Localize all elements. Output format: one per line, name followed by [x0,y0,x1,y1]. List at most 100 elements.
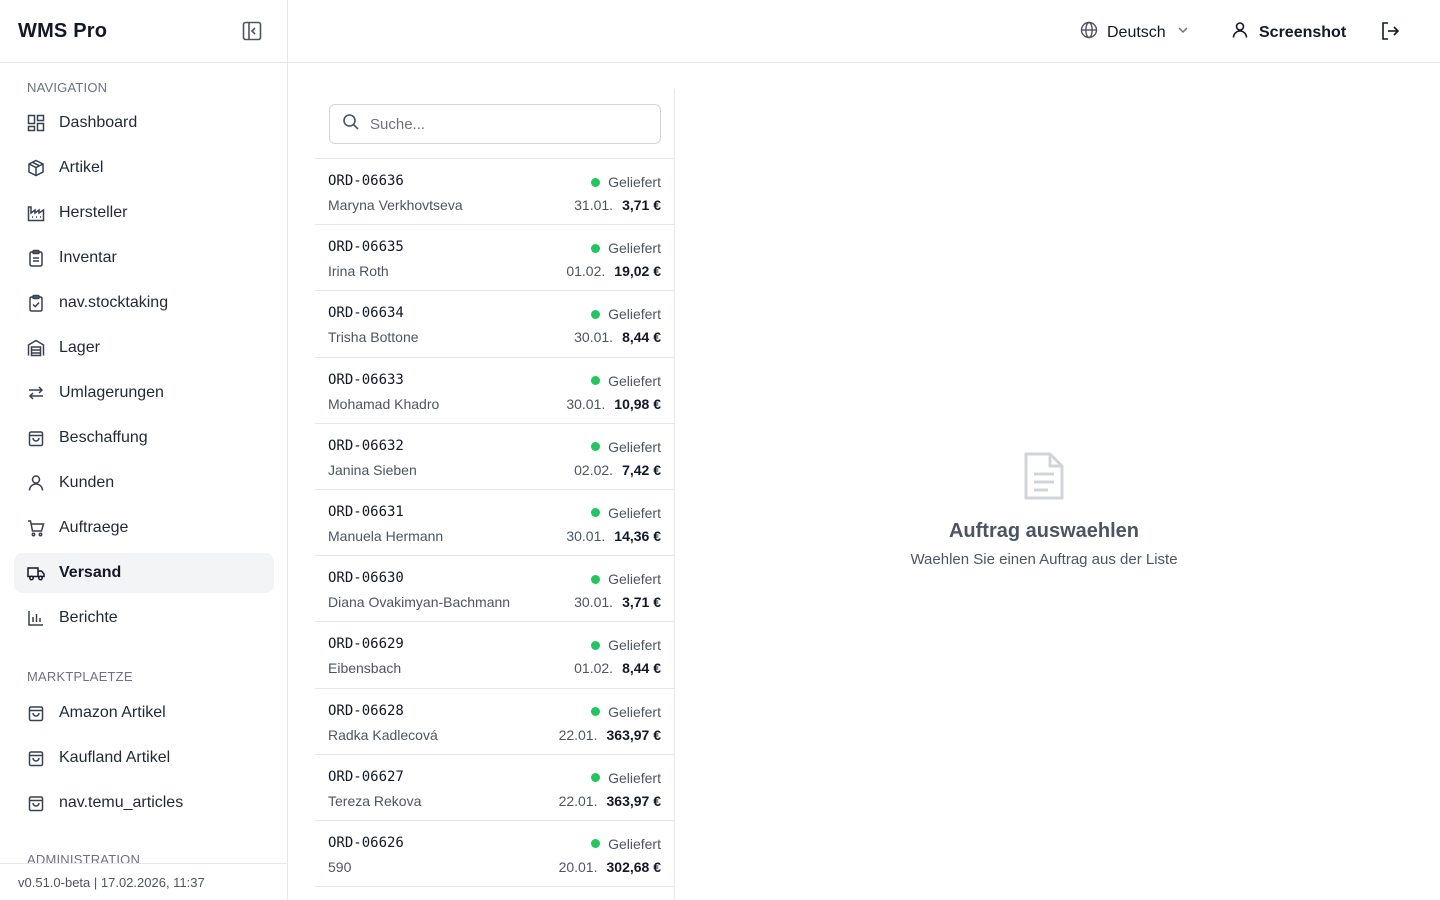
status-dot-icon [591,640,601,650]
order-meta: 30.01. 14,36 € [566,528,661,544]
order-row[interactable]: ORD-06628 Geliefert Radka Kadlecová 22.0… [315,689,674,755]
order-id: ORD-06626 [328,834,404,851]
sidebar-item-kaufland-artikel[interactable]: Kaufland Artikel [14,738,274,778]
sidebar-item-label: Hersteller [59,204,128,221]
shopping-bag-icon [27,749,45,767]
status-dot-icon [591,574,601,584]
shopping-bag-icon [27,429,45,447]
topbar: Deutsch Screenshot [288,0,1440,63]
customer-name: Mohamad Khadro [328,395,440,412]
order-amount: 8,44 € [622,329,661,346]
status-badge: Geliefert [591,306,661,322]
order-row[interactable]: ORD-06632 Geliefert Janina Sieben 02.02.… [315,424,674,490]
order-meta: 22.01. 363,97 € [559,727,661,743]
order-row[interactable]: ORD-06627 Geliefert Tereza Rekova 22.01.… [315,755,674,821]
bar-chart-icon [27,609,45,627]
sidebar-item-kunden[interactable]: Kunden [14,463,274,503]
status-badge: Geliefert [591,240,661,256]
sidebar-item-label: Artikel [59,159,104,176]
status-badge: Geliefert [591,637,661,653]
sidebar-item-hersteller[interactable]: Hersteller [14,193,274,233]
status-badge: Geliefert [591,505,661,521]
user-icon [1231,21,1249,44]
order-id: ORD-06631 [328,503,404,520]
order-row[interactable]: ORD-06635 Geliefert Irina Roth 01.02. 19,… [315,225,674,292]
order-date: 22.01. [558,792,598,809]
sidebar-item-label: Auftraege [59,519,129,536]
sidebar-item-label: Lager [59,339,100,356]
sidebar-item-berichte[interactable]: Berichte [14,598,274,638]
status-dot-icon [591,773,601,783]
sidebar: WMS Pro NAVIGATION Dashboard Artikel Her… [0,0,288,900]
order-amount: 8,44 € [622,660,661,677]
factory-icon [27,204,45,222]
sidebar-collapse-icon[interactable] [241,20,263,42]
order-id: ORD-06630 [328,570,404,587]
order-date: 01.02. [574,660,614,677]
order-date: 01.02. [566,263,606,280]
order-row[interactable]: ORD-06629 Geliefert Eibensbach 01.02. 8,4… [315,622,674,689]
sidebar-item-label: Inventar [59,249,117,266]
version-info: v0.51.0-beta | 17.02.2026, 11:37 [0,863,287,900]
arrows-left-right-icon [27,384,45,402]
user-name: Screenshot [1259,23,1347,41]
customer-name: Trisha Bottone [328,329,419,346]
order-date: 22.01. [558,726,598,743]
order-meta: 20.01. 302,68 € [559,859,661,875]
status-dot-icon [591,376,601,386]
sidebar-item-stocktaking[interactable]: nav.stocktaking [14,283,274,323]
customer-name: Eibensbach [328,660,402,677]
status-dot-icon [591,309,601,319]
sidebar-header: WMS Pro [0,0,287,63]
document-icon [676,450,1412,502]
status-badge: Geliefert [591,174,661,190]
section-marktplaetze: MARKTPLAETZE [27,668,133,684]
order-date: 20.01. [558,858,598,875]
sidebar-item-label: nav.stocktaking [59,294,169,311]
shopping-bag-icon [27,704,45,722]
user-icon [27,474,45,492]
clipboard-check-icon [27,294,45,312]
user-menu[interactable]: Screenshot [1231,21,1346,44]
sidebar-item-artikel[interactable]: Artikel [14,148,274,188]
customer-name: Janina Sieben [328,461,417,478]
status-badge: Geliefert [591,704,661,720]
logout-icon[interactable] [1380,21,1400,41]
order-row[interactable]: ORD-06633 Geliefert Mohamad Khadro 30.01… [315,358,674,424]
order-amount: 10,98 € [614,395,661,412]
search-input[interactable] [370,115,640,133]
sidebar-item-lager[interactable]: Lager [14,328,274,368]
language-selector[interactable]: Deutsch [1080,21,1190,44]
status-badge: Geliefert [591,770,661,786]
warehouse-icon [27,339,45,357]
search-box[interactable] [329,104,661,144]
order-row[interactable]: ORD-06631 Geliefert Manuela Hermann 30.0… [315,490,674,557]
order-row[interactable]: ORD-06636 Geliefert Maryna Verkhovtseva … [315,159,674,226]
sidebar-item-label: Versand [59,564,122,581]
order-row[interactable]: ORD-06630 Geliefert Diana Ovakimyan-Bach… [315,556,674,623]
order-id: ORD-06635 [328,239,404,256]
order-meta: 30.01. 3,71 € [574,594,661,610]
order-amount: 7,42 € [622,461,661,478]
sidebar-item-beschaffung[interactable]: Beschaffung [14,418,274,458]
sidebar-item-label: Kunden [59,474,115,491]
order-date: 31.01. [574,197,614,213]
globe-icon [1080,21,1098,44]
order-row[interactable]: ORD-06626 Geliefert 590 20.01. 302,68 € [315,821,674,888]
customer-name: Maryna Verkhovtseva [328,197,463,213]
cart-icon [27,519,45,537]
order-meta: 30.01. 8,44 € [574,329,661,345]
sidebar-item-versand[interactable]: Versand [14,553,274,593]
sidebar-item-amazon-artikel[interactable]: Amazon Artikel [14,693,274,733]
customer-name: 590 [328,858,352,875]
sidebar-item-temu-articles[interactable]: nav.temu_articles [14,783,274,823]
sidebar-item-auftraege[interactable]: Auftraege [14,508,274,548]
empty-state-title: Auftrag auswaehlen [948,520,1140,542]
clipboard-icon [27,249,45,267]
sidebar-item-umlagerungen[interactable]: Umlagerungen [14,373,274,413]
sidebar-item-dashboard[interactable]: Dashboard [14,103,274,143]
shopping-bag-icon [27,794,45,812]
dashboard-icon [27,114,45,132]
order-row[interactable]: ORD-06634 Geliefert Trisha Bottone 30.01… [315,291,674,358]
sidebar-item-inventar[interactable]: Inventar [14,238,274,278]
